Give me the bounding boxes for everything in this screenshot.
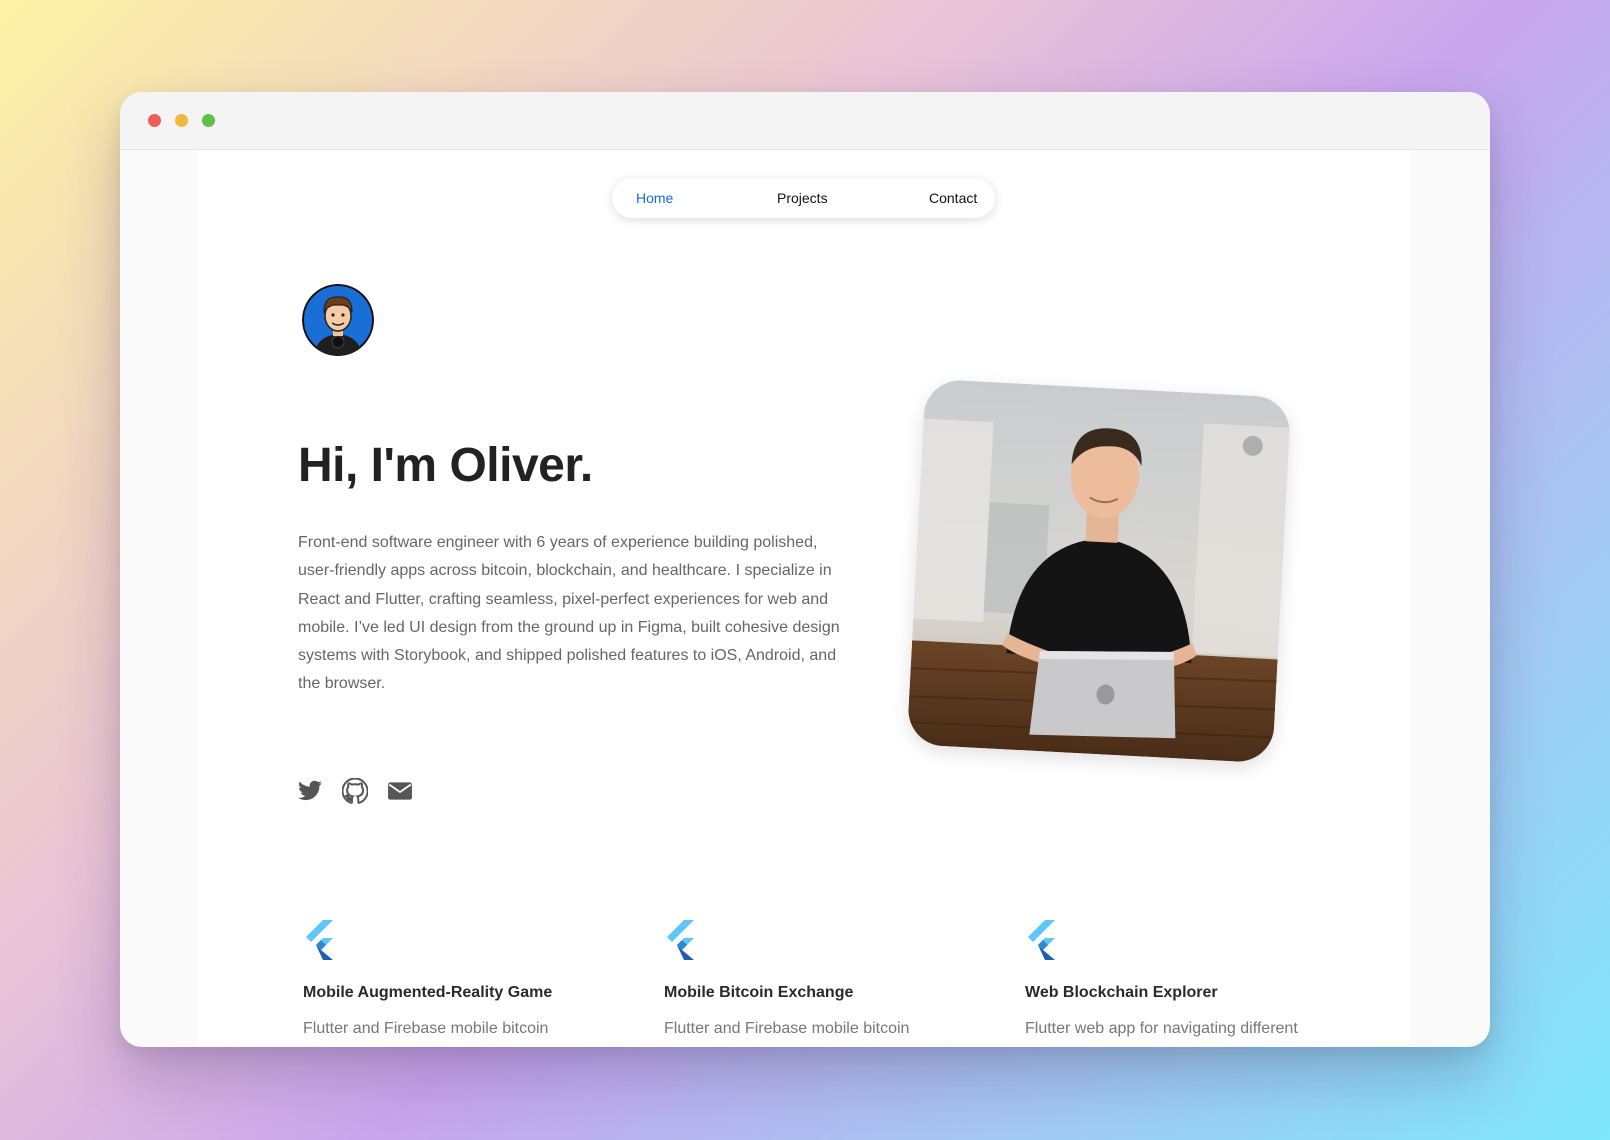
minimize-window-button[interactable] [175, 114, 188, 127]
project-description: Flutter and Firebase mobile bitcoin [303, 1020, 549, 1037]
maximize-window-button[interactable] [202, 114, 215, 127]
twitter-icon[interactable] [297, 778, 323, 804]
avatar-illustration [302, 284, 374, 356]
profile-photo-image [906, 378, 1292, 764]
nav-projects-link[interactable]: Projects [777, 190, 828, 206]
nav-home-link[interactable]: Home [636, 190, 673, 206]
top-navigation: Home Projects Contact [612, 178, 995, 218]
profile-photo [906, 378, 1292, 764]
project-description: Flutter and Firebase mobile bitcoin [664, 1020, 910, 1037]
flutter-logo-icon [303, 920, 335, 960]
project-title: Mobile Bitcoin Exchange [664, 984, 854, 1001]
project-title: Mobile Augmented-Reality Game [303, 984, 553, 1001]
github-icon[interactable] [341, 777, 369, 804]
email-icon[interactable] [387, 778, 413, 804]
hero-description: Front-end software engineer with 6 years… [298, 534, 840, 693]
browser-window: Home Projects Contact Hi, I'm Oliver. Fr… [120, 92, 1490, 1047]
close-window-button[interactable] [148, 114, 161, 127]
flutter-logo-icon [664, 920, 696, 960]
project-title: Web Blockchain Explorer [1025, 984, 1218, 1001]
window-titlebar [120, 92, 1490, 150]
nav-contact-link[interactable]: Contact [929, 190, 977, 206]
avatar [302, 284, 374, 356]
hero-title: Hi, I'm Oliver. [298, 439, 593, 492]
portfolio-page: Home Projects Contact Hi, I'm Oliver. Fr… [198, 150, 1410, 1047]
project-description: Flutter web app for navigating different [1025, 1020, 1298, 1037]
flutter-logo-icon [1025, 920, 1057, 960]
